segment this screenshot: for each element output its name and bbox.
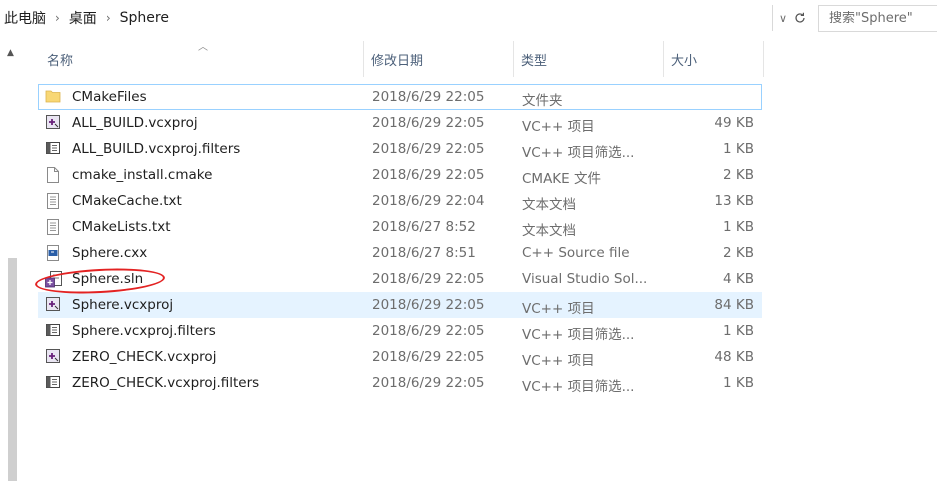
file-size: 1 KB [723,323,754,339]
file-name: cmake_install.cmake [72,167,213,183]
file-size: 49 KB [714,115,754,131]
file-size: 1 KB [723,219,754,235]
file-type: 文本文档 [522,223,576,239]
file-name: CMakeFiles [72,89,147,105]
refresh-icon[interactable] [790,8,810,28]
file-list: CMakeFiles 2018/6/29 22:05 文件夹 ALL_BUILD… [38,84,762,396]
file-name: ZERO_CHECK.vcxproj.filters [72,375,260,391]
column-header-name-label: 名称 [47,53,74,69]
file-size: 2 KB [723,245,754,261]
column-header-type-label: 类型 [521,53,548,69]
file-date: 2018/6/27 8:52 [372,219,476,235]
text-file-icon [45,192,61,210]
file-size: 84 KB [714,297,754,313]
filters-icon [45,322,61,340]
file-name: ZERO_CHECK.vcxproj [72,349,217,365]
file-date: 2018/6/29 22:05 [372,271,485,287]
blank-file-icon [45,166,61,184]
file-type: VC++ 项目 [522,353,595,369]
file-date: 2018/6/29 22:05 [372,375,485,391]
column-header-type[interactable]: 类型 [514,41,664,77]
file-type: 文本文档 [522,197,576,213]
file-row[interactable]: Sphere.vcxproj.filters 2018/6/29 22:05 V… [38,318,762,344]
file-name: Sphere.cxx [72,245,148,261]
file-type: VC++ 项目筛选... [522,327,635,343]
file-type: C++ Source file [522,245,630,261]
file-name: Sphere.sln [72,271,144,287]
folder-icon [45,88,61,106]
file-row[interactable]: Sphere.cxx 2018/6/27 8:51 C++ Source fil… [38,240,762,266]
file-date: 2018/6/29 22:05 [372,141,485,157]
breadcrumb-separator-icon[interactable]: › [55,11,60,25]
breadcrumb-separator-icon[interactable]: › [106,11,111,25]
address-row: 此电脑 › 桌面 › Sphere ∨ [0,0,937,38]
file-name: Sphere.vcxproj [72,297,174,313]
file-type: 文件夹 [522,93,563,109]
filters-icon [45,140,61,158]
sort-ascending-icon: ︿ [198,42,208,53]
vcxproj-icon [45,296,61,314]
file-date: 2018/6/29 22:04 [372,193,485,209]
file-type: VC++ 项目 [522,119,595,135]
file-size: 1 KB [723,375,754,391]
filters-icon [45,374,61,392]
column-header-date[interactable]: 修改日期 [364,41,514,77]
nav-pane-scrollbar[interactable] [8,258,17,481]
file-type: VC++ 项目 [522,301,595,317]
cpp-file-icon [45,244,61,262]
file-date: 2018/6/29 22:05 [372,89,485,105]
file-type: CMAKE 文件 [522,171,601,187]
sln-icon [45,270,62,288]
column-header-row: 名称 修改日期 类型 大小 [38,41,764,77]
file-name: ALL_BUILD.vcxproj.filters [72,141,241,157]
file-name: ALL_BUILD.vcxproj [72,115,198,131]
file-name: CMakeCache.txt [72,193,182,209]
file-date: 2018/6/29 22:05 [372,115,485,131]
file-size: 1 KB [723,141,754,157]
file-row[interactable]: ALL_BUILD.vcxproj 2018/6/29 22:05 VC++ 项… [38,110,762,136]
breadcrumb-this-pc[interactable]: 此电脑 [4,8,46,28]
file-type: VC++ 项目筛选... [522,145,635,161]
file-type: VC++ 项目筛选... [522,379,635,395]
breadcrumb-sphere[interactable]: Sphere [120,10,169,26]
file-date: 2018/6/29 22:05 [372,349,485,365]
file-date: 2018/6/29 22:05 [372,323,485,339]
file-size: 2 KB [723,167,754,183]
file-row[interactable]: CMakeFiles 2018/6/29 22:05 文件夹 [38,84,762,110]
column-header-size[interactable]: 大小 [664,41,764,77]
search-box[interactable] [818,5,937,32]
vcxproj-icon [45,114,61,132]
address-history-chevron-down-icon[interactable]: ∨ [779,12,787,25]
file-type: Visual Studio Sol... [522,271,648,287]
file-row[interactable]: CMakeCache.txt 2018/6/29 22:04 文本文档 13 K… [38,188,762,214]
column-header-size-label: 大小 [671,53,698,69]
file-row[interactable]: CMakeLists.txt 2018/6/27 8:52 文本文档 1 KB [38,214,762,240]
file-name: CMakeLists.txt [72,219,171,235]
file-size: 13 KB [714,193,754,209]
nav-pane-scroll-up-icon[interactable]: ▲ [7,48,14,58]
file-date: 2018/6/29 22:05 [372,167,485,183]
vcxproj-icon [45,348,61,366]
file-row[interactable]: ZERO_CHECK.vcxproj.filters 2018/6/29 22:… [38,370,762,396]
file-row[interactable]: cmake_install.cmake 2018/6/29 22:05 CMAK… [38,162,762,188]
file-row-selected[interactable]: Sphere.vcxproj 2018/6/29 22:05 VC++ 项目 8… [38,292,762,318]
file-date: 2018/6/29 22:05 [372,297,485,313]
file-row[interactable]: ZERO_CHECK.vcxproj 2018/6/29 22:05 VC++ … [38,344,762,370]
search-input[interactable] [829,11,934,26]
file-date: 2018/6/27 8:51 [372,245,476,261]
file-size: 4 KB [723,271,754,287]
text-file-icon [45,218,61,236]
file-row[interactable]: Sphere.sln 2018/6/29 22:05 Visual Studio… [38,266,762,292]
breadcrumb-desktop[interactable]: 桌面 [69,8,97,28]
file-name: Sphere.vcxproj.filters [72,323,216,339]
file-row[interactable]: ALL_BUILD.vcxproj.filters 2018/6/29 22:0… [38,136,762,162]
address-bar[interactable]: 此电脑 › 桌面 › Sphere [0,5,773,31]
file-size: 48 KB [714,349,754,365]
column-header-date-label: 修改日期 [371,53,424,69]
